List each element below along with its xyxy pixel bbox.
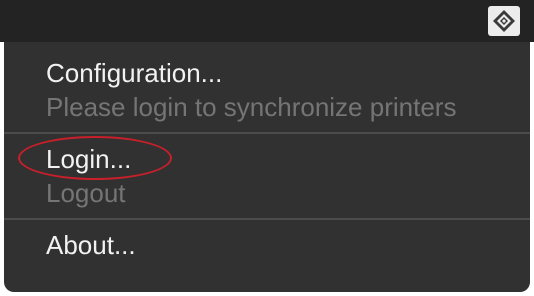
- sync-status-label: Please login to synchronize printers: [46, 92, 457, 122]
- status-menu-dropdown: Configuration... Please login to synchro…: [4, 42, 530, 292]
- menu-item-configuration-label: Configuration...: [46, 58, 223, 88]
- menu-item-login[interactable]: Login...: [4, 142, 530, 176]
- menu-item-logout-label: Logout: [46, 178, 126, 208]
- app-logo-icon: [493, 10, 515, 32]
- menu-item-logout: Logout: [4, 176, 530, 210]
- login-group: Login...: [4, 136, 530, 180]
- menu-item-login-label: Login...: [46, 144, 132, 174]
- menu-separator: [4, 218, 530, 220]
- menu-item-sync-status: Please login to synchronize printers: [4, 90, 530, 124]
- menu-separator: [4, 132, 530, 134]
- printer-sync-app-icon[interactable]: [488, 6, 520, 36]
- menu-bar: [0, 0, 534, 42]
- menu-item-configuration[interactable]: Configuration...: [4, 56, 530, 90]
- menu-item-about-label: About...: [46, 230, 136, 260]
- menu-item-about[interactable]: About...: [4, 228, 530, 262]
- screen: Configuration... Please login to synchro…: [0, 0, 534, 296]
